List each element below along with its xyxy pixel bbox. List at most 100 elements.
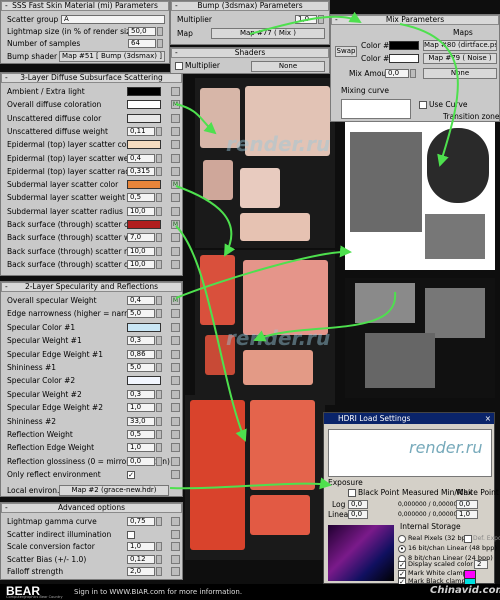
specular-map-button-5[interactable] xyxy=(171,363,180,372)
specular-value-field-11[interactable]: 1,0 xyxy=(127,443,155,453)
diffuse-value-field-6[interactable]: 0,315 xyxy=(127,166,155,176)
lightmap-size-spinner[interactable] xyxy=(157,27,163,36)
hdri-close-icon[interactable]: × xyxy=(485,413,491,424)
mix-amount-spinner[interactable] xyxy=(410,69,416,78)
diffuse-spinner-5[interactable] xyxy=(156,153,162,163)
specular-value-field-1[interactable]: 5,0 xyxy=(127,309,155,319)
diffuse-value-field-12[interactable]: 10,0 xyxy=(127,246,155,256)
diffuse-color-swatch-1[interactable] xyxy=(127,100,161,110)
specular-header[interactable]: -2-Layer Specularity and Reflections xyxy=(1,282,182,292)
specular-value-field-4[interactable]: 0,86 xyxy=(127,349,155,359)
specular-spinner-12[interactable] xyxy=(156,456,162,466)
specular-spinner-11[interactable] xyxy=(156,443,162,453)
specular-value-field-0[interactable]: 0,4 xyxy=(127,296,155,305)
specular-map-button-9[interactable] xyxy=(171,416,180,426)
advanced-spinner-0[interactable] xyxy=(156,517,162,526)
specular-spinner-8[interactable] xyxy=(156,403,162,413)
diffuse-map-button-0[interactable] xyxy=(171,87,180,96)
specular-spinner-0[interactable] xyxy=(156,296,162,305)
diffuse-map-button-6[interactable] xyxy=(171,166,180,176)
diffuse-map-button-7[interactable]: M xyxy=(171,180,180,190)
diffuse-map-button-11[interactable] xyxy=(171,233,180,243)
specular-map-button-11[interactable] xyxy=(171,443,180,453)
advanced-header[interactable]: - Advanced options xyxy=(1,503,182,513)
diffuse-map-button-8[interactable] xyxy=(171,193,180,203)
hdri-display-scaled-checkbox[interactable]: ✓ xyxy=(398,561,406,569)
scatter-group-field[interactable]: A xyxy=(61,15,165,24)
advanced-value-field-4[interactable]: 2,0 xyxy=(127,567,155,576)
samples-spinner[interactable] xyxy=(157,39,163,48)
specular-color-swatch-2[interactable] xyxy=(127,322,161,332)
mix-amount-field[interactable]: 0,0 xyxy=(385,69,409,78)
diffuse-value-field-8[interactable]: 0,5 xyxy=(127,193,155,203)
specular-spinner-1[interactable] xyxy=(156,309,162,319)
specular-map-button-7[interactable] xyxy=(171,389,180,399)
hdri-opt2-radio[interactable]: • xyxy=(398,545,406,553)
lightmap-size-field[interactable]: 50,0 xyxy=(128,27,156,36)
advanced-value-field-3[interactable]: 0,12 xyxy=(127,554,155,564)
diffuse-map-button-10[interactable]: M xyxy=(171,220,180,229)
hdri-mark-white-checkbox[interactable]: ✓ xyxy=(398,570,406,578)
specular-value-field-7[interactable]: 0,3 xyxy=(127,389,155,399)
hdri-opt1-radio[interactable] xyxy=(398,535,406,543)
mix-parameters-header[interactable]: - Mix Parameters xyxy=(331,15,499,25)
hdri-display-scaled-field[interactable]: 2 xyxy=(474,560,488,569)
specular-value-field-12[interactable]: 0,0 xyxy=(127,456,155,466)
diffuse-map-button-5[interactable] xyxy=(171,153,180,163)
diffuse-color-swatch-0[interactable] xyxy=(127,87,161,96)
mix-color2-map-button[interactable]: Map #79 ( Noise ) xyxy=(423,53,497,64)
diffuse-spinner-3[interactable] xyxy=(156,126,162,136)
diffuse-spinner-13[interactable] xyxy=(156,259,162,269)
specular-value-field-5[interactable]: 5,0 xyxy=(127,363,155,372)
diffuse-map-button-3[interactable] xyxy=(171,126,180,136)
shaders-multiplier-checkbox[interactable] xyxy=(175,62,183,70)
samples-field[interactable]: 64 xyxy=(128,39,156,48)
specular-map-button-6[interactable] xyxy=(171,376,180,386)
mix-amount-map-button[interactable]: None xyxy=(423,68,497,79)
specular-value-field-3[interactable]: 0,3 xyxy=(127,336,155,346)
diffuse-map-button-2[interactable] xyxy=(171,113,180,123)
sss-parameters-header[interactable]: - SSS Fast Skin Material (mi) Parameters xyxy=(1,1,169,11)
diffuse-map-button-4[interactable] xyxy=(171,140,180,150)
diffuse-spinner-6[interactable] xyxy=(156,166,162,176)
diffuse-color-swatch-7[interactable] xyxy=(127,180,161,190)
advanced-spinner-2[interactable] xyxy=(156,542,162,551)
specular-map-button-8[interactable] xyxy=(171,403,180,413)
advanced-value-field-0[interactable]: 0,75 xyxy=(127,517,155,526)
local-environment-button[interactable]: Map #2 (grace-new.hdr) xyxy=(59,485,169,496)
diffuse-map-button-12[interactable] xyxy=(171,246,180,256)
diffuse-value-field-13[interactable]: 10,0 xyxy=(127,259,155,269)
diffuse-map-button-9[interactable] xyxy=(171,206,180,216)
bump-multiplier-spinner[interactable] xyxy=(318,15,324,24)
specular-map-button-0[interactable]: M xyxy=(171,296,180,305)
diffuse-spinner-12[interactable] xyxy=(156,246,162,256)
hdri-log-field[interactable]: 0,0 xyxy=(348,500,368,509)
shaders-none-button[interactable]: None xyxy=(251,61,325,72)
diffuse-header[interactable]: -3-Layer Diffuse Subsurface Scattering xyxy=(1,73,182,83)
advanced-spinner-3[interactable] xyxy=(156,554,162,564)
advanced-map-button-1[interactable] xyxy=(171,529,180,539)
advanced-value-field-2[interactable]: 1,0 xyxy=(127,542,155,551)
diffuse-color-swatch-10[interactable] xyxy=(127,220,161,229)
advanced-checkbox-1[interactable] xyxy=(127,530,135,539)
diffuse-value-field-9[interactable]: 10,0 xyxy=(127,206,155,216)
specular-map-button-3[interactable] xyxy=(171,336,180,346)
diffuse-map-button-1[interactable]: M xyxy=(171,100,180,110)
mix-color1-map-button[interactable]: Map #80 (dirtface.psd) xyxy=(423,40,497,51)
specular-map-button-4[interactable] xyxy=(171,349,180,359)
advanced-map-button-0[interactable] xyxy=(171,517,180,526)
diffuse-color-swatch-2[interactable] xyxy=(127,113,161,123)
specular-map-button-10[interactable] xyxy=(171,430,180,439)
specular-map-button-13[interactable] xyxy=(171,470,180,480)
bump-multiplier-field[interactable]: 1,0 xyxy=(295,15,317,24)
diffuse-color-swatch-4[interactable] xyxy=(127,140,161,150)
mix-swap-button[interactable]: Swap xyxy=(335,46,357,57)
mix-color1-swatch[interactable] xyxy=(389,41,419,50)
bump-parameters-header[interactable]: - Bump (3dsmax) Parameters xyxy=(171,1,329,11)
diffuse-spinner-9[interactable] xyxy=(156,206,162,216)
specular-spinner-5[interactable] xyxy=(156,363,162,372)
advanced-spinner-4[interactable] xyxy=(156,567,162,576)
specular-color-swatch-6[interactable] xyxy=(127,376,161,386)
hdri-wp2-field[interactable]: 1,0 xyxy=(456,510,478,519)
specular-map-button-1[interactable] xyxy=(171,309,180,319)
